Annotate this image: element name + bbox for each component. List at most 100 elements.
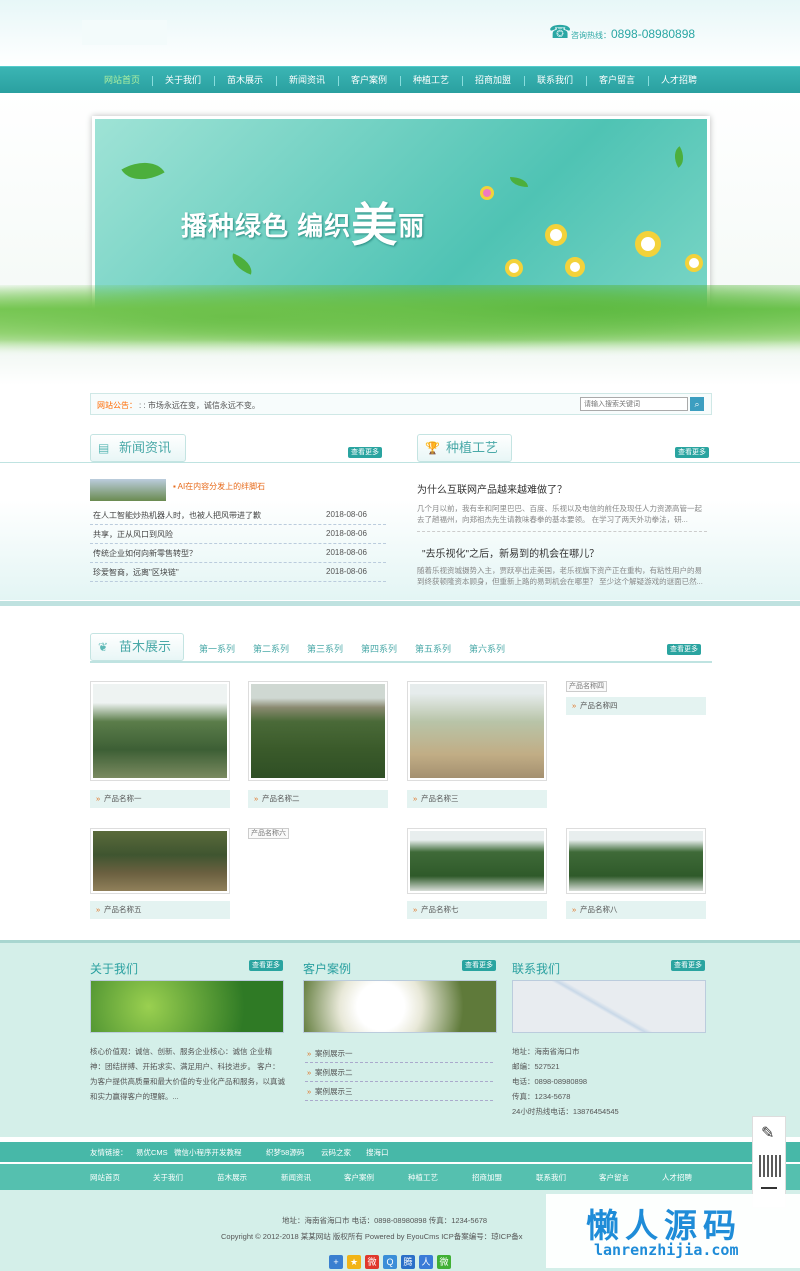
footer-nav-item[interactable]: 客户留言	[599, 1172, 629, 1183]
products-more-button[interactable]: 查看更多	[667, 644, 701, 655]
series-tab[interactable]: 第一系列	[199, 642, 235, 655]
series-tab[interactable]: 第六系列	[469, 642, 505, 655]
news-thumbnail[interactable]	[90, 479, 166, 501]
banner-cloud	[0, 340, 800, 385]
product-image[interactable]	[407, 828, 547, 894]
footer-nav-item[interactable]: 联系我们	[536, 1172, 566, 1183]
search-button[interactable]: ⌕	[690, 397, 704, 411]
share-weibo-icon[interactable]: 微	[365, 1255, 379, 1269]
series-tab[interactable]: 第二系列	[253, 642, 289, 655]
footer-nav-item[interactable]: 客户案例	[344, 1172, 374, 1183]
phone-icon: ☎	[549, 22, 572, 42]
section-rule	[0, 462, 800, 463]
news-item-title: 在人工智能炒热机器人时，也被人把风带进了歉	[93, 511, 261, 520]
product-caption[interactable]: 产品名称七	[407, 901, 547, 919]
about-image	[90, 980, 284, 1033]
slogan-end-text: 丽	[398, 211, 426, 241]
friend-link[interactable]: 云码之家	[321, 1147, 351, 1158]
about-text: 核心价值观：诚信、创新、服务企业核心：诚信 企业精神：团结拼搏、开拓求实、满足用…	[90, 1047, 285, 1101]
product-image[interactable]	[407, 681, 547, 781]
trophy-icon: 🏆	[425, 441, 440, 455]
news-item-date: 2018-08-06	[326, 567, 367, 576]
share-plus-icon[interactable]: +	[329, 1255, 343, 1269]
notice-label: 网站公告：	[97, 401, 137, 410]
search-input[interactable]	[580, 397, 688, 411]
share-wechat-icon[interactable]: 微	[437, 1255, 451, 1269]
footer-nav-item[interactable]: 苗木展示	[217, 1172, 247, 1183]
product-caption[interactable]: 产品名称四	[566, 697, 706, 715]
product-image-broken[interactable]: 产品名称四	[566, 681, 607, 692]
news-more-button[interactable]: 查看更多	[348, 447, 382, 458]
series-tab[interactable]: 第四系列	[361, 642, 397, 655]
edit-icon[interactable]: ✎	[761, 1123, 774, 1143]
news-headline[interactable]: ▪ AI在内容分发上的绊脚石	[173, 481, 265, 492]
product-caption[interactable]: 产品名称一	[90, 790, 230, 808]
products-title: 苗木展示	[119, 639, 172, 654]
friend-link[interactable]: 易优CMS	[136, 1147, 168, 1158]
share-tencent-icon[interactable]: 腾	[401, 1255, 415, 1269]
friend-link[interactable]: 织梦58源码	[266, 1147, 304, 1158]
case-item[interactable]: 案例展示一	[305, 1044, 493, 1063]
footer-nav-item[interactable]: 种植工艺	[408, 1172, 438, 1183]
product-image[interactable]	[90, 681, 230, 781]
news-item-date: 2018-08-06	[326, 529, 367, 538]
nav-jobs[interactable]: 人才招聘	[649, 67, 709, 94]
news-item[interactable]: 珍爱智商，远离"区块链" 2018-08-06	[90, 563, 386, 582]
friend-link[interactable]: 搜海口	[366, 1147, 389, 1158]
product-image-broken[interactable]: 产品名称六	[248, 828, 289, 839]
nav-message[interactable]: 客户留言	[587, 67, 647, 94]
series-tab[interactable]: 第五系列	[415, 642, 451, 655]
footer-nav-item[interactable]: 招商加盟	[472, 1172, 502, 1183]
news-item[interactable]: 共享，正从风口到风险 2018-08-06	[90, 525, 386, 544]
leaf-icon	[510, 177, 528, 187]
series-tab[interactable]: 第三系列	[307, 642, 343, 655]
nav-home[interactable]: 网站首页	[92, 67, 152, 94]
share-qzone-icon[interactable]: Q	[383, 1255, 397, 1269]
nav-cases[interactable]: 客户案例	[339, 67, 399, 94]
nav-news[interactable]: 新闻资讯	[277, 67, 337, 94]
footer-nav-item[interactable]: 新闻资讯	[281, 1172, 311, 1183]
minus-icon[interactable]	[761, 1187, 777, 1189]
product-caption[interactable]: 产品名称二	[248, 790, 388, 808]
product-image[interactable]	[248, 681, 388, 781]
cases-more-button[interactable]: 查看更多	[462, 960, 496, 971]
nav-products[interactable]: 苗木展示	[215, 67, 275, 94]
product-caption[interactable]: 产品名称三	[407, 790, 547, 808]
product-caption[interactable]: 产品名称五	[90, 901, 230, 919]
cases-title: 客户案例	[303, 962, 352, 976]
footer-nav-item[interactable]: 关于我们	[153, 1172, 183, 1183]
friend-links-bar: 友情链接： 易优CMS 微信小程序开发教程 织梦58源码 云码之家 搜海口	[0, 1142, 800, 1162]
main-nav: 网站首页 关于我们 苗木展示 新闻资讯 客户案例 种植工艺 招商加盟 联系我们 …	[0, 66, 800, 93]
share-renren-icon[interactable]: 人	[419, 1255, 433, 1269]
nav-planting[interactable]: 种植工艺	[401, 67, 461, 94]
planting-article-summary: 随着乐视资城摄势入主，贾跃亭出走美国，老乐视旗下资产正在重构，有粘性用户的易到终…	[417, 566, 703, 586]
contact-postcode: 邮编：527521	[512, 1062, 560, 1071]
map-image[interactable]	[512, 980, 706, 1033]
site-logo[interactable]	[82, 20, 167, 45]
friend-link[interactable]: 微信小程序开发教程	[174, 1147, 242, 1158]
nav-contact[interactable]: 联系我们	[525, 67, 585, 94]
contact-hotline: 24小时热线电话：13876454545	[512, 1107, 619, 1116]
share-star-icon[interactable]: ★	[347, 1255, 361, 1269]
planting-title: 种植工艺	[446, 440, 499, 455]
case-item[interactable]: 案例展示二	[305, 1063, 493, 1082]
contact-more-button[interactable]: 查看更多	[671, 960, 705, 971]
footer-nav-item[interactable]: 网站首页	[90, 1172, 120, 1183]
nav-franchise[interactable]: 招商加盟	[463, 67, 523, 94]
case-item[interactable]: 案例展示三	[305, 1082, 493, 1101]
product-caption[interactable]: 产品名称八	[566, 901, 706, 919]
planting-article-title[interactable]: "去乐视化"之后，新易到的机会在哪儿？	[422, 545, 599, 560]
planting-more-button[interactable]: 查看更多	[675, 447, 709, 458]
product-image[interactable]	[566, 828, 706, 894]
news-item[interactable]: 在人工智能炒热机器人时，也被人把风带进了歉 2018-08-06	[90, 506, 386, 525]
about-more-button[interactable]: 查看更多	[249, 960, 283, 971]
product-image[interactable]	[90, 828, 230, 894]
qr-code-icon[interactable]	[759, 1155, 781, 1177]
contact-fax: 传真：1234-5678	[512, 1092, 571, 1101]
nav-about[interactable]: 关于我们	[153, 67, 213, 94]
news-item-title: 珍爱智商，远离"区块链"	[93, 568, 179, 577]
footer-nav-item[interactable]: 人才招聘	[662, 1172, 692, 1183]
watermark-en: lanrenzhijia.com	[594, 1241, 739, 1259]
planting-article-title[interactable]: 为什么互联网产品越来越难做了？	[417, 481, 567, 496]
news-item[interactable]: 传统企业如何向新零售转型？ 2018-08-06	[90, 544, 386, 563]
